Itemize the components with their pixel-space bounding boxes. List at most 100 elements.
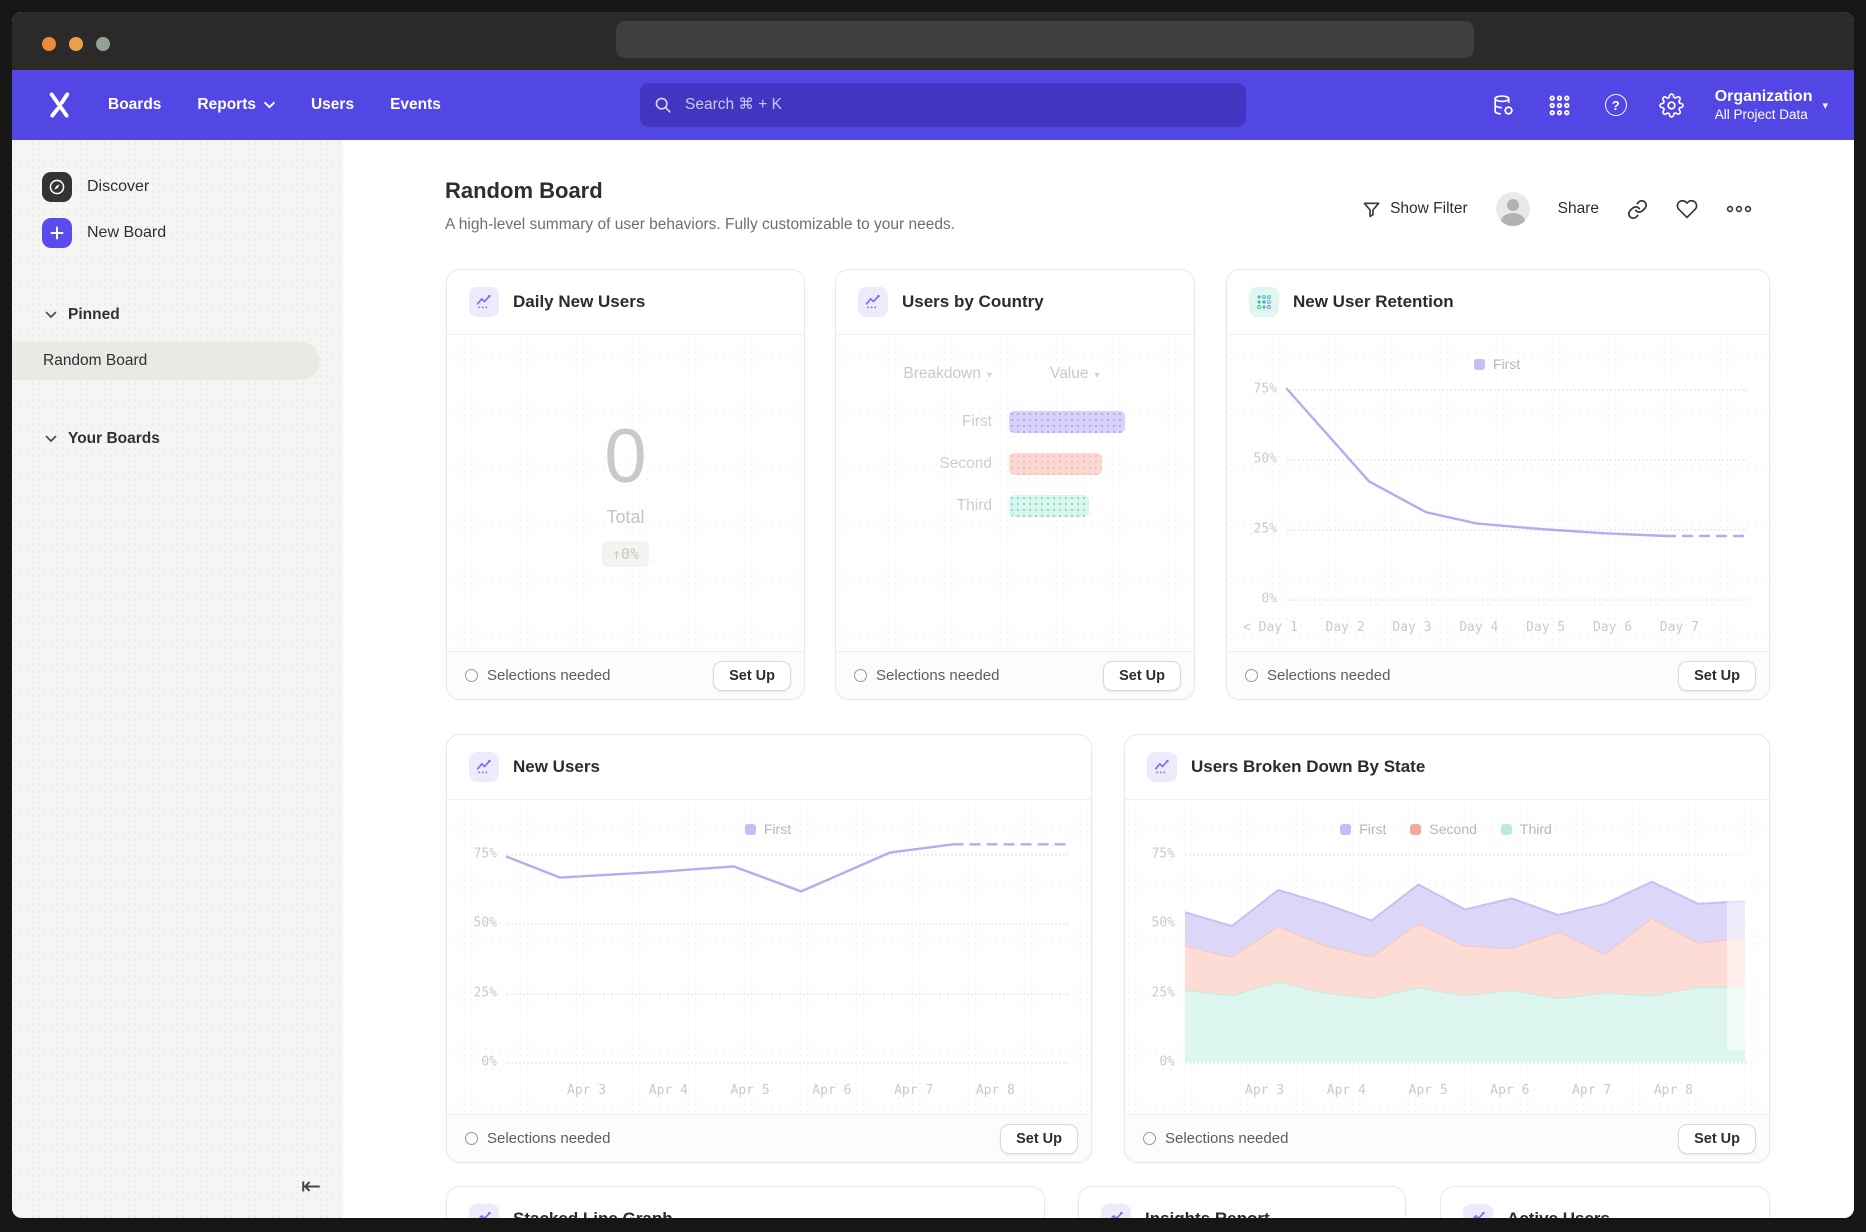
card-title: Users by Country <box>902 292 1044 312</box>
nav-item-label: Users <box>311 96 354 114</box>
window-close-button[interactable] <box>42 37 56 51</box>
avatar[interactable] <box>1496 192 1530 226</box>
sidebar-section-pinned[interactable]: Pinned <box>12 298 343 332</box>
nav-item-label: Boards <box>108 96 161 114</box>
status-selections-needed: Selections needed <box>1245 667 1390 684</box>
legend-item: First <box>745 821 791 837</box>
x-axis-label: < Day 1 <box>1243 620 1298 635</box>
show-filter-button[interactable]: Show Filter <box>1362 200 1468 219</box>
search-icon <box>654 96 672 114</box>
sidebar: Discover New Board Pinned Random Board <box>12 140 343 1218</box>
breakdown-columns: Breakdown▾ Value ▾ <box>836 365 1194 383</box>
nav-item-reports[interactable]: Reports <box>197 96 275 114</box>
stacked-area-svg <box>1141 842 1751 1076</box>
value-dropdown[interactable]: Value ▾ <box>1050 365 1100 383</box>
more-options-button[interactable] <box>1726 204 1752 214</box>
nav-right-controls: ? Organization All Project Data ▾ <box>1491 70 1828 140</box>
page-title: Random Board <box>445 178 603 204</box>
card-footer: Selections needed Set Up <box>836 651 1194 699</box>
plus-icon <box>42 218 72 248</box>
x-axis-label: Apr 7 <box>894 1083 933 1098</box>
status-label: Selections needed <box>487 667 610 684</box>
card-footer: Selections needed Set Up <box>1227 651 1769 699</box>
nav-item-boards[interactable]: Boards <box>108 96 161 114</box>
share-button[interactable]: Share <box>1558 200 1599 218</box>
status-label: Selections needed <box>876 667 999 684</box>
legend-swatch-icon <box>745 824 756 835</box>
set-up-button[interactable]: Set Up <box>1000 1124 1078 1154</box>
x-axis-label: Day 3 <box>1392 620 1431 635</box>
status-selections-needed: Selections needed <box>854 667 999 684</box>
legend-label: First <box>1493 356 1520 372</box>
new-users-chart: First 75%50%25%0% Apr 3Apr 4Apr 5Apr 6Ap… <box>447 800 1091 1114</box>
chart-x-axis: Apr 3Apr 4Apr 5Apr 6Apr 7Apr 8 <box>463 1076 1073 1104</box>
value-label: Value <box>1050 365 1089 382</box>
sidebar-item-discover[interactable]: Discover <box>12 164 343 210</box>
org-project-switcher[interactable]: Organization All Project Data ▾ <box>1715 87 1828 124</box>
country-bar-row: Second <box>836 453 1194 475</box>
x-axis-label: Apr 6 <box>812 1083 851 1098</box>
settings-gear-icon[interactable] <box>1659 92 1685 118</box>
kpi-block: 0 Total ↑0% <box>447 335 804 651</box>
chart-x-axis: < Day 1Day 2Day 3Day 4Day 5Day 6Day 7 <box>1243 613 1751 641</box>
share-label: Share <box>1558 200 1599 218</box>
x-axis-label: Apr 7 <box>1572 1083 1611 1098</box>
set-up-button[interactable]: Set Up <box>1103 661 1181 691</box>
copy-link-button[interactable] <box>1627 199 1648 220</box>
breakdown-dropdown[interactable]: Breakdown▾ <box>836 365 992 383</box>
search-input[interactable] <box>683 95 1232 115</box>
sidebar-collapse-button[interactable]: ⇤ <box>301 1174 321 1198</box>
legend-item: First <box>1474 356 1520 372</box>
card-body: FirstSecondThird 75%50%25%0% Apr 3Apr 4A… <box>1125 800 1769 1114</box>
card-active-users: Active Users <box>1440 1186 1770 1218</box>
forecast-fade-overlay <box>1727 850 1747 1050</box>
status-label: Selections needed <box>487 1130 610 1147</box>
mixpanel-logo-icon[interactable] <box>46 90 76 125</box>
favorite-button[interactable] <box>1676 198 1698 220</box>
window-minimize-button[interactable] <box>69 37 83 51</box>
set-up-button[interactable]: Set Up <box>713 661 791 691</box>
sidebar-section-your-boards[interactable]: Your Boards <box>12 422 343 456</box>
bar-row-label: First <box>836 413 992 431</box>
sidebar-section-label: Pinned <box>68 306 120 324</box>
set-up-button[interactable]: Set Up <box>1678 1124 1756 1154</box>
status-label: Selections needed <box>1165 1130 1288 1147</box>
empty-circle-icon <box>1245 669 1258 682</box>
data-management-icon[interactable] <box>1491 92 1517 118</box>
apps-grid-icon[interactable] <box>1547 92 1573 118</box>
nav-item-users[interactable]: Users <box>311 96 354 114</box>
sidebar-item-new-board[interactable]: New Board <box>12 210 343 256</box>
legend-item: First <box>1340 821 1386 837</box>
set-up-button[interactable]: Set Up <box>1678 661 1756 691</box>
sidebar-item-random-board[interactable]: Random Board <box>12 342 320 380</box>
org-labels: Organization All Project Data <box>1715 87 1813 124</box>
nav-item-events[interactable]: Events <box>390 96 441 114</box>
legend-label: First <box>764 821 791 837</box>
empty-circle-icon <box>1143 1132 1156 1145</box>
state-area-chart: FirstSecondThird 75%50%25%0% Apr 3Apr 4A… <box>1125 800 1769 1114</box>
card-header: Users Broken Down By State <box>1125 735 1769 800</box>
page-subtitle: A high-level summary of user behaviors. … <box>445 216 955 234</box>
chevron-down-icon: ▾ <box>1095 370 1100 381</box>
x-axis-label: Day 4 <box>1459 620 1498 635</box>
chart-plot: 75%50%25%0% <box>1243 377 1751 613</box>
legend-label: Second <box>1429 821 1476 837</box>
window-zoom-button[interactable] <box>96 37 110 51</box>
app-window: Boards Reports Users Events ? <box>12 12 1854 1218</box>
insights-chart-icon <box>469 1204 499 1218</box>
empty-circle-icon <box>465 669 478 682</box>
help-icon[interactable]: ? <box>1603 92 1629 118</box>
country-bar-row: Third <box>836 495 1194 517</box>
browser-address-bar[interactable] <box>616 21 1474 58</box>
x-axis-label: Apr 4 <box>649 1083 688 1098</box>
chart-plot: 75%50%25%0% <box>463 842 1073 1076</box>
sidebar-item-label: New Board <box>87 224 166 242</box>
legend-label: Third <box>1520 821 1552 837</box>
card-stacked-line-graph: Stacked Line Graph <box>446 1186 1045 1218</box>
legend-swatch-icon <box>1410 824 1421 835</box>
kpi-label: Total <box>606 507 644 528</box>
org-name: Organization <box>1715 87 1813 107</box>
ellipsis-icon <box>1726 204 1752 214</box>
global-search[interactable] <box>640 83 1246 127</box>
country-bar-row: First <box>836 411 1194 433</box>
